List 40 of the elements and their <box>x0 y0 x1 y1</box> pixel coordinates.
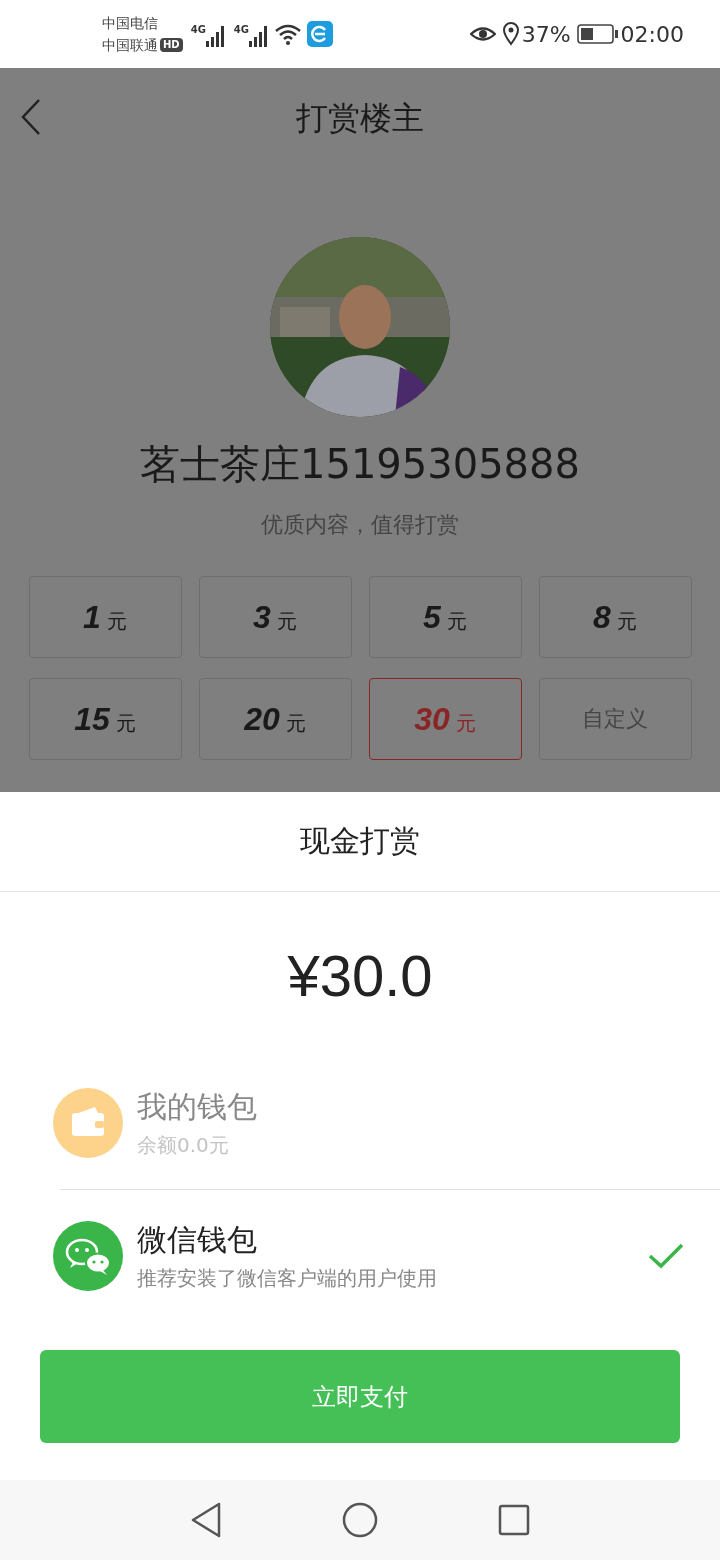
network-type: 4G <box>233 24 249 35</box>
wallet-icon <box>53 1088 123 1158</box>
signal-icon <box>249 25 269 47</box>
payment-method[interactable]: 微信钱包 推荐安装了微信客户端的用户使用 <box>0 1190 720 1322</box>
amount-option[interactable]: 8 元 <box>538 576 692 658</box>
method-note: 余额0.0元 <box>137 1132 230 1159</box>
amount-option[interactable]: 30 元 <box>368 678 522 760</box>
recents-nav-icon[interactable] <box>498 1504 530 1536</box>
signal-icon <box>205 25 226 47</box>
battery-icon <box>576 24 619 44</box>
wifi-icon <box>275 23 301 45</box>
amount-option[interactable]: 自定义 <box>538 678 692 760</box>
method-name: 我的钱包 <box>137 1088 258 1126</box>
method-name: 微信钱包 <box>137 1221 258 1259</box>
amount-option[interactable]: 20 元 <box>198 678 352 760</box>
clock-time: 02:00 <box>620 21 684 47</box>
amount-option[interactable]: 3 元 <box>198 576 352 658</box>
home-nav-icon[interactable] <box>342 1502 378 1538</box>
amount-option[interactable]: 1 元 <box>28 576 182 658</box>
pay-button[interactable]: 立即支付 <box>40 1350 680 1443</box>
payment-amount: ¥30.0 <box>287 942 433 1009</box>
author-name: 茗士茶庄15195305888 <box>140 440 580 489</box>
eye-icon <box>469 24 496 44</box>
location-icon <box>501 22 520 46</box>
method-note: 推荐安装了微信客户端的用户使用 <box>137 1265 438 1292</box>
back-icon[interactable] <box>20 98 42 136</box>
page-title: 打赏楼主 <box>296 98 424 139</box>
author-tagline: 优质内容，值得打赏 <box>261 511 459 539</box>
check-icon <box>648 1243 684 1269</box>
sheet-title: 现金打赏 <box>0 792 720 892</box>
carrier-name: 中国联通 <box>102 36 158 55</box>
app-icon <box>307 21 333 47</box>
amount-option[interactable]: 15 元 <box>28 678 182 760</box>
wechat-icon <box>53 1221 123 1291</box>
carrier-name: 中国电信 <box>102 14 159 33</box>
amount-option[interactable]: 5 元 <box>368 576 522 658</box>
hd-badge: HD <box>160 38 183 52</box>
network-type: 4G <box>190 24 206 35</box>
back-nav-icon[interactable] <box>190 1502 222 1538</box>
battery-percent: 37% <box>521 21 571 47</box>
